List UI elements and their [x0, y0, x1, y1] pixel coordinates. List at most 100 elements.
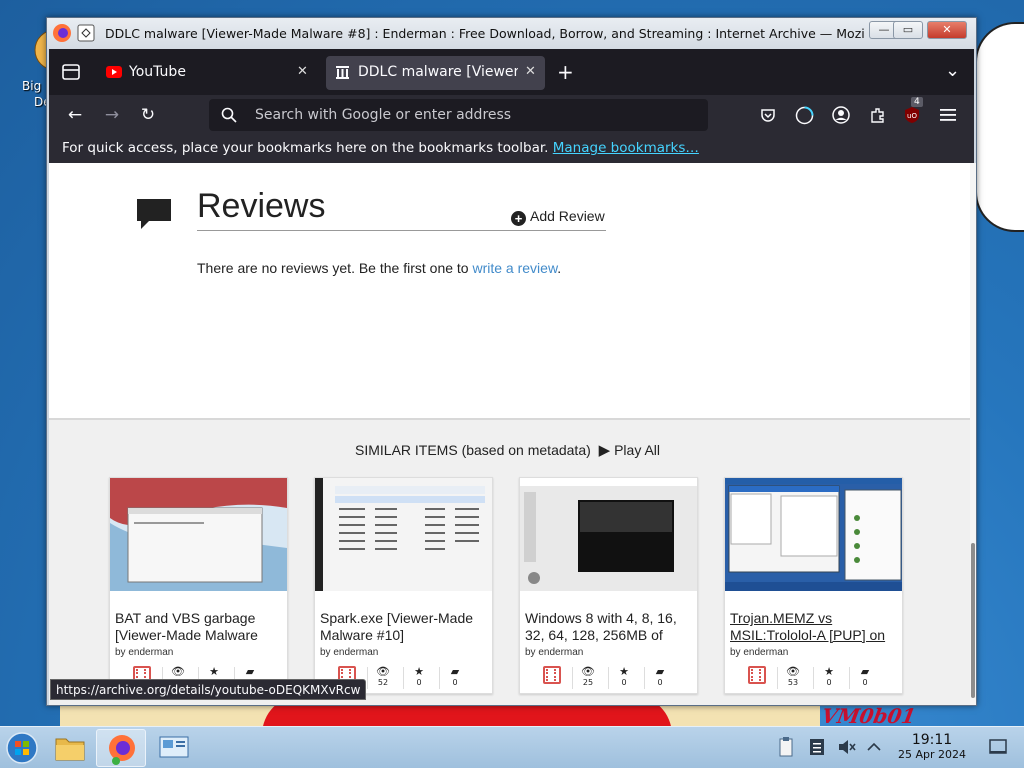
taskbar-firefox[interactable] — [96, 729, 146, 767]
write-review-link[interactable]: write a review — [472, 260, 557, 276]
item-author: by enderman — [115, 647, 174, 658]
no-reviews-text: There are no reviews yet. Be the first o… — [197, 260, 561, 276]
play-all-button[interactable]: ▶ Play All — [595, 442, 661, 459]
downloads-progress-icon[interactable] — [795, 106, 814, 125]
taskbar: 19:11 25 Apr 2024 — [0, 726, 1024, 768]
ublock-origin-icon[interactable]: uO — [903, 106, 921, 124]
favorites-count: 0 — [621, 678, 627, 687]
tab-label: YouTube — [129, 64, 186, 80]
back-button[interactable]: ← — [63, 103, 87, 127]
similar-item-card[interactable]: Spark.exe [Viewer-Made Malware #10] by e… — [314, 477, 493, 694]
clock-time[interactable]: 19:11 — [895, 732, 969, 748]
item-title[interactable]: Trojan.MEMZ vs MSIL:Trololol-A [PUP] on — [730, 610, 898, 646]
tab-bar: YouTube ✕ DDLC malware [Viewer-M ✕ + ⌄ — [49, 49, 974, 95]
window-titlebar[interactable]: DDLC malware [Viewer-Made Malware #8] : … — [47, 18, 976, 49]
comment-icon: ▰ — [860, 665, 870, 678]
maximize-button[interactable]: ▭ — [893, 21, 923, 39]
scrollbar-thumb[interactable] — [971, 543, 975, 698]
reviews-stat: ▰0 — [850, 665, 880, 687]
video-thumbnail[interactable] — [110, 478, 287, 591]
tab-close-icon[interactable]: ✕ — [525, 64, 536, 79]
tab-youtube[interactable]: YouTube ✕ — [97, 56, 319, 90]
no-reviews-message: There are no reviews yet. Be the first o… — [197, 260, 469, 276]
url-bar[interactable]: Search with Google or enter address — [209, 99, 708, 131]
no-reviews-end: . — [557, 260, 562, 276]
page-content: Reviews + Add Review There are no reviews… — [49, 163, 970, 705]
extensions-icon[interactable] — [869, 106, 887, 124]
show-desktop-icon[interactable] — [988, 738, 1008, 756]
video-thumbnail[interactable] — [315, 478, 492, 591]
similar-items-section: SIMILAR ITEMS (based on metadata) ▶ Play… — [49, 418, 970, 705]
tab-label: DDLC malware [Viewer-M — [358, 64, 518, 80]
similar-item-card[interactable]: Trojan.MEMZ vs MSIL:Trololol-A [PUP] on … — [724, 477, 903, 694]
svg-text:uO: uO — [907, 112, 917, 120]
reviews-count: 0 — [862, 678, 868, 687]
similar-item-card[interactable]: Windows 8 with 4, 8, 16, 32, 64, 128, 25… — [519, 477, 698, 694]
favorites-stat: ★0 — [814, 665, 844, 687]
similar-item-card[interactable]: BAT and VBS garbage [Viewer-Made Malware… — [109, 477, 288, 694]
volume-muted-icon[interactable] — [837, 738, 857, 756]
favorites-stat: ★0 — [609, 665, 639, 687]
window-title: DDLC malware [Viewer-Made Malware #8] : … — [105, 26, 865, 41]
views-count: 53 — [787, 678, 799, 687]
new-tab-button[interactable]: + — [557, 60, 574, 84]
account-icon[interactable] — [832, 106, 850, 124]
close-window-button[interactable]: ✕ — [927, 21, 967, 39]
bookmarks-toolbar: For quick access, place your bookmarks h… — [49, 135, 974, 163]
file-manager-icon[interactable] — [48, 729, 92, 767]
item-title[interactable]: Windows 8 with 4, 8, 16, 32, 64, 128, 25… — [525, 610, 693, 646]
favorites-stat: ★0 — [404, 665, 434, 687]
window-menu-icon[interactable] — [75, 22, 97, 44]
tray-expand-icon[interactable] — [866, 739, 882, 755]
firefox-view-icon[interactable] — [61, 63, 81, 81]
video-thumbnail[interactable] — [725, 478, 902, 591]
comment-icon — [137, 199, 171, 229]
url-placeholder: Search with Google or enter address — [255, 107, 512, 123]
views-count: 25 — [582, 678, 594, 687]
start-menu-icon[interactable] — [0, 729, 44, 767]
clock-date[interactable]: 25 Apr 2024 — [890, 748, 974, 761]
tab-ddlc-malware[interactable]: DDLC malware [Viewer-M ✕ — [326, 56, 545, 90]
clipboard-icon[interactable] — [778, 736, 794, 758]
forward-button[interactable]: → — [100, 103, 124, 127]
extension-badge: 4 — [911, 97, 923, 107]
page-scrollbar[interactable] — [970, 163, 976, 705]
pocket-icon[interactable] — [760, 107, 776, 123]
item-author: by enderman — [320, 647, 379, 658]
list-all-tabs-button[interactable]: ⌄ — [945, 60, 960, 81]
add-review-button[interactable]: + Add Review — [511, 208, 605, 226]
favorites-count: 0 — [826, 678, 832, 687]
firefox-icon[interactable] — [51, 22, 73, 44]
movies-icon — [543, 666, 561, 684]
add-review-label: Add Review — [530, 208, 605, 224]
hamburger-menu-icon[interactable] — [940, 108, 956, 122]
search-icon — [221, 107, 237, 123]
star-icon: ★ — [824, 665, 834, 678]
star-icon: ★ — [414, 665, 424, 678]
notes-icon[interactable] — [809, 738, 825, 756]
bookmarks-hint: For quick access, place your bookmarks h… — [62, 140, 549, 156]
views-stat: 👁 25 — [573, 665, 603, 687]
play-all-label: Play All — [614, 442, 661, 458]
item-title[interactable]: Spark.exe [Viewer-Made Malware #10] — [320, 610, 488, 646]
reviews-heading: Reviews — [197, 187, 326, 225]
manage-bookmarks-link[interactable]: Manage bookmarks… — [553, 140, 699, 156]
comment-icon: ▰ — [245, 665, 255, 678]
control-panel-icon[interactable] — [152, 729, 196, 767]
reload-button[interactable]: ↻ — [136, 103, 160, 127]
similar-items-title: SIMILAR ITEMS (based on metadata) — [355, 442, 591, 458]
eye-icon: 👁 — [171, 665, 185, 678]
link-status-url: https://archive.org/details/youtube-oDEQ… — [50, 679, 367, 700]
star-icon: ★ — [619, 665, 629, 678]
reviews-count: 0 — [657, 678, 663, 687]
eye-icon: 👁 — [581, 665, 595, 678]
play-icon: ▶ — [598, 442, 611, 459]
favorites-count: 0 — [416, 678, 422, 687]
views-count: 52 — [377, 678, 389, 687]
item-stats: 👁 53 ★ 0 ▰ 0 — [725, 663, 902, 691]
reviews-stat: ▰0 — [440, 665, 470, 687]
video-thumbnail[interactable] — [520, 478, 697, 591]
tab-close-icon[interactable]: ✕ — [297, 64, 308, 79]
item-title[interactable]: BAT and VBS garbage [Viewer-Made Malware — [115, 610, 283, 646]
reviews-count: 0 — [452, 678, 458, 687]
